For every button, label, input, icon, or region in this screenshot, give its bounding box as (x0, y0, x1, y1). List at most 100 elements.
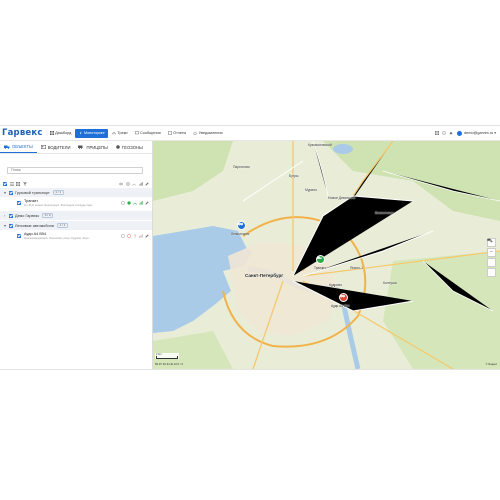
scale-bar (156, 356, 178, 359)
scale-label: 2 km (156, 353, 162, 356)
tab-label: ПРИЦЕПЫ (86, 144, 108, 150)
nav-tracks[interactable]: Треки (109, 129, 131, 138)
item-address: Pr-t М.Д. вокзал Ленинградск. Финляндия … (24, 203, 95, 207)
group-checkbox[interactable] (9, 190, 13, 195)
nav-reports[interactable]: Отчеты (165, 129, 190, 138)
nav-messages[interactable]: Сообщения (132, 129, 164, 138)
tab-label: ОБЪЕКТЫ (12, 144, 33, 149)
top-bar: Гарвекс Дашборд Мониторинг Треки Сообщен… (0, 126, 500, 141)
tab-label: ГЕОЗОНЫ (121, 144, 143, 150)
map-label: Мурино (305, 188, 318, 192)
car-icon (238, 223, 243, 226)
group-checkbox[interactable] (9, 213, 13, 218)
chevron-down-icon[interactable]: ▾ (494, 131, 496, 135)
satellite-icon (133, 202, 137, 205)
tracks-icon (112, 132, 116, 135)
item-status-icons (119, 201, 149, 205)
nav-label: Дашборд (55, 131, 72, 135)
group-count-badge: 0 / 0 (42, 212, 54, 219)
item-address: Красногвардейский, Ильинская улица, Кудр… (24, 236, 91, 240)
monitoring-icon (78, 131, 82, 135)
tab-trailers[interactable]: ПРИЦЕПЫ (74, 141, 111, 153)
item-status-icons (119, 234, 149, 238)
city-label: Санкт-Петербург (245, 273, 284, 278)
nav-notifications[interactable]: Уведомления (190, 129, 225, 138)
logo[interactable]: Гарвекс (2, 128, 43, 138)
ignition-icon (121, 201, 125, 205)
tab-geozones[interactable]: ГЕОЗОНЫ (112, 141, 147, 153)
grid-view-icon[interactable] (16, 182, 20, 186)
pencil-icon[interactable] (145, 201, 149, 205)
list-toolbar (0, 180, 152, 188)
group-row[interactable]: ▾ Легковые автомобили 1 / 1 (0, 221, 152, 230)
map-view[interactable]: Кузьмоловский Парголово Бугры Мурино Нов… (153, 141, 500, 369)
alert-icon (134, 234, 136, 238)
chevron-down-icon[interactable]: ▾ (4, 223, 8, 228)
trailer-icon (78, 145, 83, 149)
group-row[interactable]: ▾ Грузовой транспорт 1 / 1 (0, 188, 152, 197)
list-item[interactable]: Ауди А4 B54 Красногвардейский, Ильинская… (0, 230, 152, 244)
car-icon (340, 295, 345, 298)
nav-label: Мониторинг (83, 131, 105, 135)
marker-label: Ленкон ирис (231, 232, 250, 236)
eye-icon[interactable] (119, 182, 123, 186)
layers-button[interactable] (487, 238, 496, 267)
tab-drivers[interactable]: ВОДИТЕЛИ (37, 141, 75, 153)
driver-icon (40, 145, 46, 149)
pencil-icon[interactable] (145, 234, 149, 238)
ruler-icon (487, 239, 491, 241)
list-item[interactable]: Транзит Pr-t М.Д. вокзал Ленинградск. Фи… (0, 197, 152, 211)
messages-icon (134, 131, 139, 135)
vehicle-marker-green[interactable] (316, 255, 325, 264)
notifications-icon (193, 131, 197, 135)
signal-icon[interactable] (138, 182, 143, 186)
group-count-badge: 1 / 1 (56, 222, 68, 229)
tab-label: ВОДИТЕЛИ (47, 144, 71, 150)
group-checkbox[interactable] (9, 223, 13, 228)
chevron-right-icon[interactable]: › (4, 213, 8, 218)
search-input[interactable] (7, 166, 143, 174)
signal-icon (139, 234, 143, 238)
vehicle-marker-blue[interactable] (237, 221, 246, 230)
ruler-button[interactable] (487, 239, 496, 277)
vehicle-marker-red[interactable] (339, 293, 348, 302)
avatar[interactable] (457, 130, 463, 136)
ignition-icon (121, 234, 125, 238)
tab-objects[interactable]: ОБЪЕКТЫ (0, 141, 37, 153)
marker-label: Транзит (314, 266, 326, 270)
apps-grid-icon[interactable] (435, 131, 440, 135)
item-checkbox[interactable] (17, 234, 21, 238)
bell-icon[interactable] (449, 131, 453, 135)
gps-icon (127, 234, 131, 238)
truck-icon (4, 145, 10, 149)
nav-monitoring[interactable]: Мониторинг (75, 128, 108, 138)
toolbar-right (117, 182, 150, 186)
map-label: Янино-1 (350, 266, 363, 270)
map-label: Бугры (289, 174, 299, 178)
dashboard-icon (49, 131, 54, 135)
list-view-icon[interactable] (9, 182, 14, 186)
signal-icon (139, 201, 143, 205)
nav-label: Уведомления (198, 131, 223, 135)
item-checkbox[interactable] (17, 201, 21, 205)
antenna-icon[interactable] (132, 182, 136, 186)
app-window: Гарвекс Дашборд Мониторинг Треки Сообщен… (0, 125, 500, 370)
group-name: Демо Гарвекс (15, 213, 40, 218)
filter-icon[interactable] (22, 182, 27, 186)
location-icon[interactable] (125, 182, 130, 186)
nav-dashboard[interactable]: Дашборд (47, 129, 75, 138)
group-row[interactable]: › Демо Гарвекс 0 / 0 (0, 211, 152, 220)
main-nav: Дашборд Мониторинг Треки Сообщения Отчет… (47, 126, 227, 140)
info-icon[interactable] (442, 131, 446, 135)
map-label: Кудрово (329, 283, 342, 287)
user-email[interactable]: demo@garvex.ru (464, 131, 493, 135)
chevron-down-icon[interactable]: ▾ (4, 190, 8, 195)
select-all-checkbox[interactable] (3, 182, 7, 186)
map-label: Парголово (233, 165, 250, 169)
zoom-out-button[interactable]: − (487, 248, 496, 257)
item-text: Транзит Pr-t М.Д. вокзал Ленинградск. Фи… (24, 199, 110, 207)
map-label: Всеволожск (375, 211, 394, 215)
item-text: Ауди А4 B54 Красногвардейский, Ильинская… (24, 232, 110, 240)
panel-tabs: ОБЪЕКТЫ ВОДИТЕЛИ ПРИЦЕПЫ ГЕОЗОНЫ (0, 141, 152, 154)
pencil-icon[interactable] (145, 182, 149, 186)
